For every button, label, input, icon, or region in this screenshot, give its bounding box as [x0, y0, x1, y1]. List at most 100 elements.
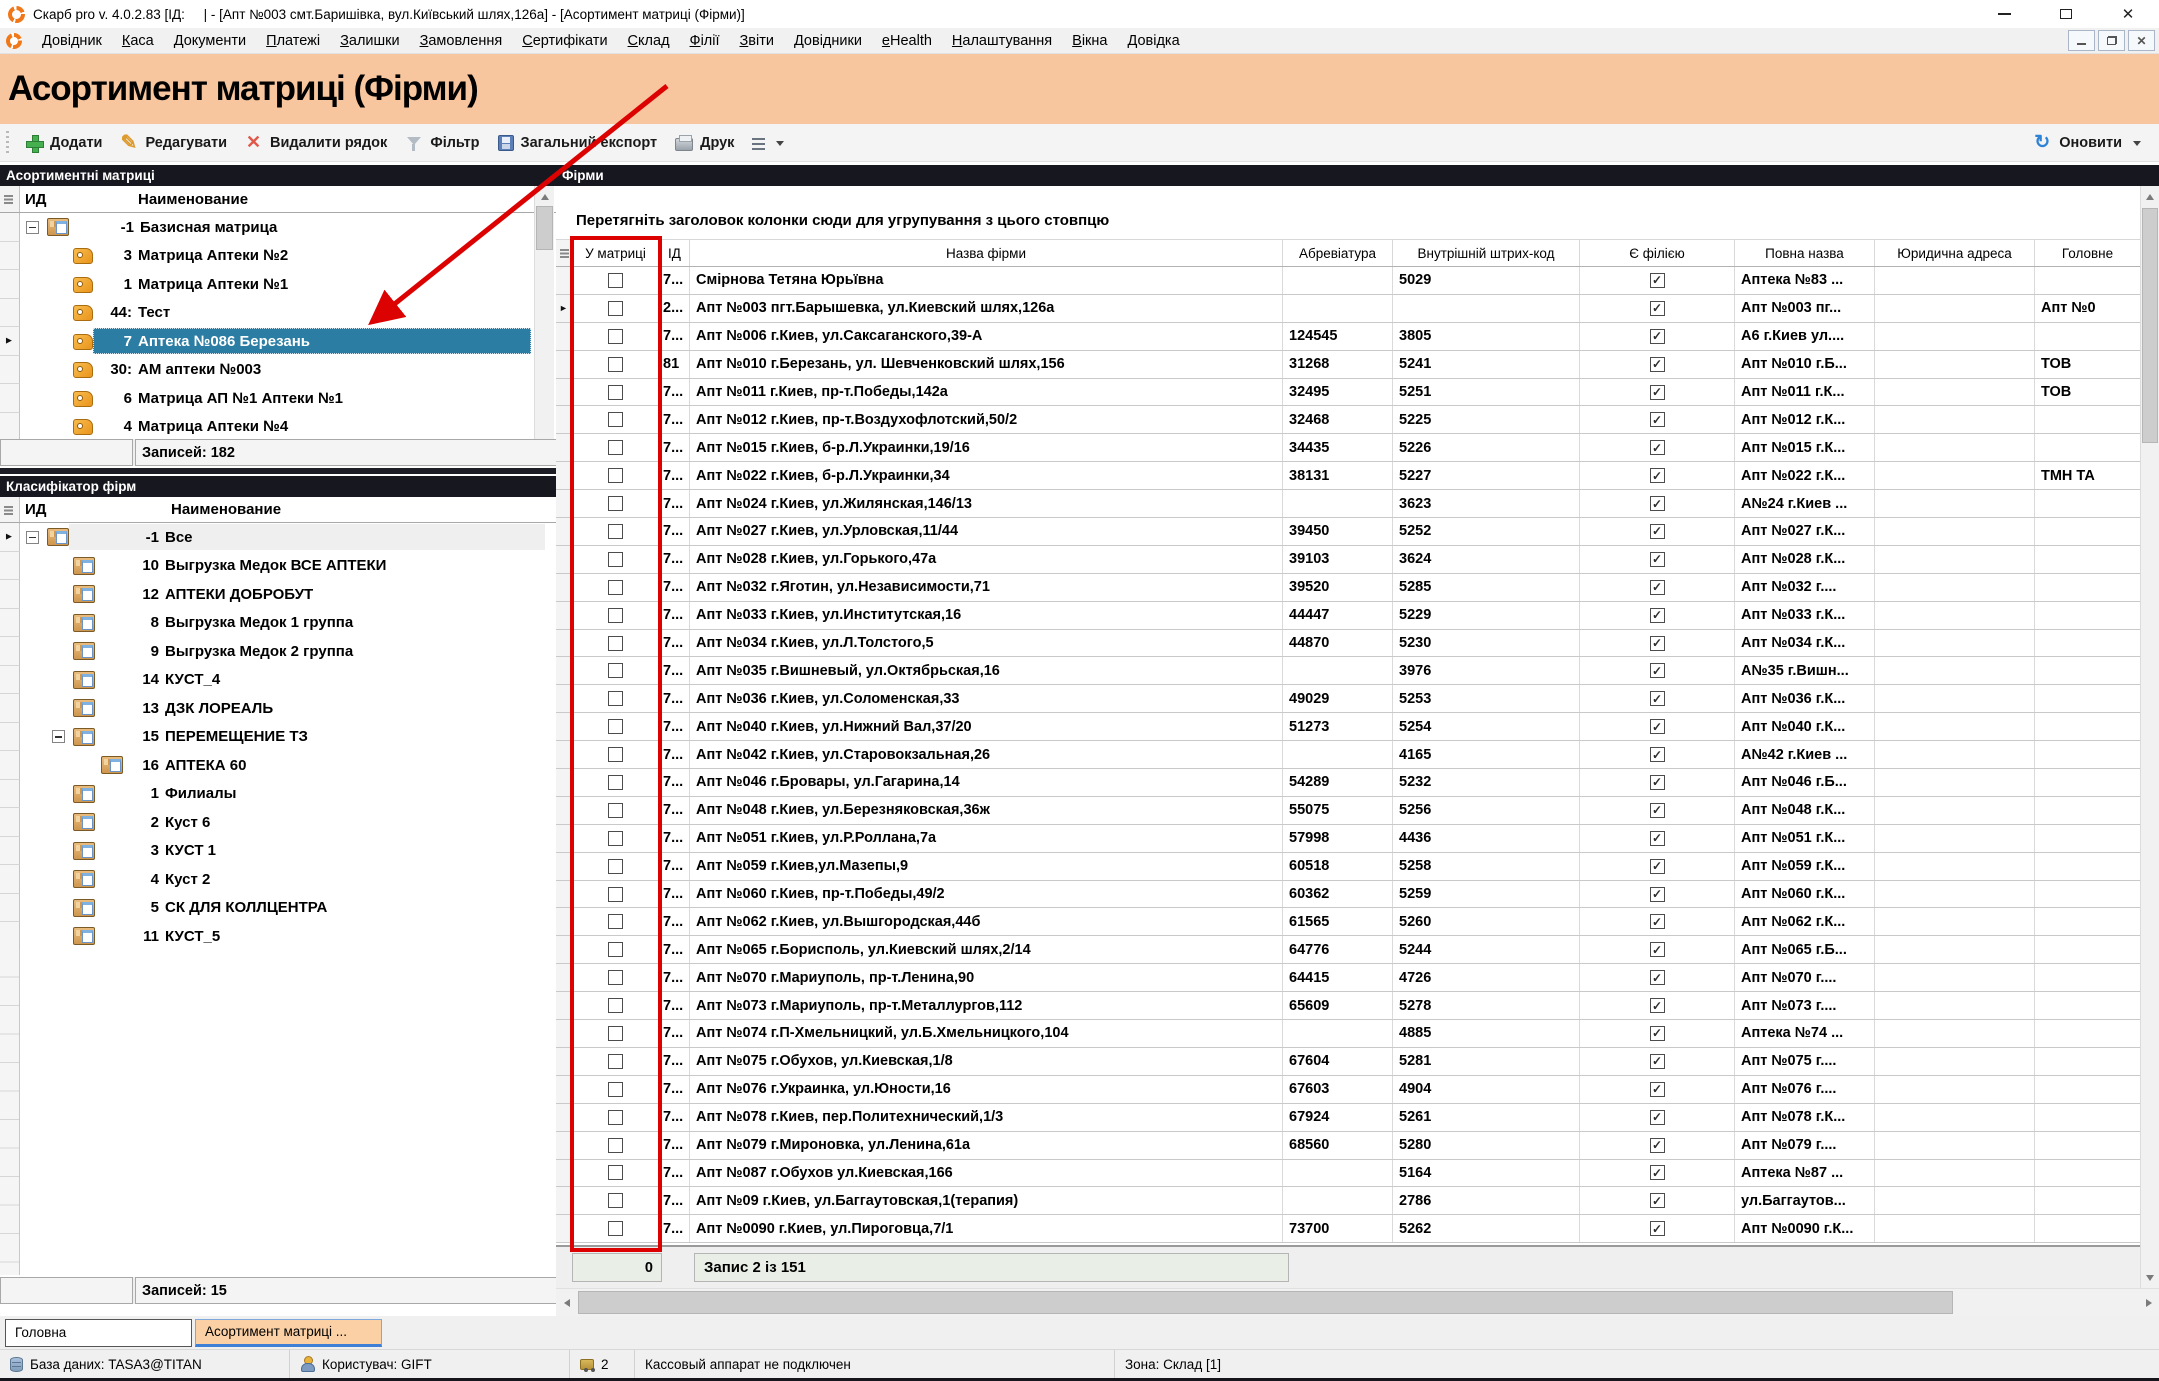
tree-row[interactable]: 8 Выгрузка Медок 1 группа: [0, 609, 548, 638]
in-matrix-checkbox[interactable]: [608, 1193, 623, 1208]
tree-node[interactable]: 11 КУСТ_5: [95, 923, 545, 949]
tree-node[interactable]: 1 Матрица Аптеки №1: [93, 271, 531, 297]
menu-item[interactable]: Залишки: [330, 33, 409, 49]
firm-row[interactable]: 7... Апт №040 г.Киев, ул.Нижний Вал,37/2…: [556, 713, 2140, 741]
firm-row[interactable]: 7... Апт №033 г.Киев, ул.Институтская,16…: [556, 602, 2140, 630]
scroll-down-button[interactable]: [2141, 1271, 2159, 1288]
in-matrix-checkbox[interactable]: [608, 496, 623, 511]
firm-row[interactable]: 7... Апт №048 г.Киев, ул.Березняковская,…: [556, 797, 2140, 825]
tree-node[interactable]: 30: АМ аптеки №003: [93, 357, 531, 383]
view-options-button[interactable]: [743, 132, 774, 153]
toolbar-button[interactable]: Загальний експорт: [489, 131, 667, 154]
firm-row[interactable]: 7... Апт №060 г.Киев, пр-т.Победы,49/2 6…: [556, 881, 2140, 909]
column-header-id[interactable]: ИД: [20, 186, 133, 212]
column-header-full-name[interactable]: Повна назва: [1735, 240, 1875, 266]
tree-row[interactable]: 14 КУСТ_4: [0, 666, 548, 695]
in-matrix-cell[interactable]: [572, 379, 660, 406]
firm-row[interactable]: 7... Апт №036 г.Киев, ул.Соломенская,33 …: [556, 685, 2140, 713]
tree-row[interactable]: 1 Филиалы: [0, 780, 548, 809]
in-matrix-cell[interactable]: [572, 462, 660, 489]
in-matrix-checkbox[interactable]: [608, 859, 623, 874]
column-header-firm-name[interactable]: Назва фірми: [690, 240, 1283, 266]
firm-row[interactable]: 7... Апт №035 г.Вишневый, ул.Октябрьская…: [556, 657, 2140, 685]
is-branch-checkbox[interactable]: [1650, 329, 1665, 344]
tree-row[interactable]: 13 ДЗК ЛОРЕАЛЬ: [0, 694, 548, 723]
firm-row[interactable]: 7... Смірнова Тетяна Юрьївна 5029 Аптека…: [556, 267, 2140, 295]
tree-row[interactable]: 44: Тест: [0, 299, 534, 328]
tree-node[interactable]: -1 Все: [69, 524, 545, 550]
in-matrix-checkbox[interactable]: [608, 1054, 623, 1069]
tree-row[interactable]: 11 КУСТ_5: [0, 922, 548, 950]
is-branch-checkbox[interactable]: [1650, 1193, 1665, 1208]
tree-row[interactable]: -1 Базисная матрица: [0, 213, 534, 242]
in-matrix-cell[interactable]: [572, 769, 660, 796]
menu-item[interactable]: eHealth: [872, 33, 942, 49]
is-branch-checkbox[interactable]: [1650, 468, 1665, 483]
in-matrix-cell[interactable]: [572, 992, 660, 1019]
in-matrix-checkbox[interactable]: [608, 1221, 623, 1236]
firm-row[interactable]: 7... Апт №074 г.П-Хмельницкий, ул.Б.Хмел…: [556, 1020, 2140, 1048]
menu-item[interactable]: Склад: [618, 33, 680, 49]
column-header-name[interactable]: Наименование: [133, 186, 557, 212]
in-matrix-cell[interactable]: [572, 518, 660, 545]
in-matrix-checkbox[interactable]: [608, 301, 623, 316]
tree-row[interactable]: 15 ПЕРЕМЕЩЕНИЕ ТЗ: [0, 723, 548, 752]
firm-row[interactable]: 7... Апт №0090 г.Киев, ул.Пироговца,7/1 …: [556, 1215, 2140, 1243]
in-matrix-cell[interactable]: [572, 295, 660, 322]
in-matrix-cell[interactable]: [572, 908, 660, 935]
menu-item[interactable]: Звіти: [730, 33, 784, 49]
toolbar-button[interactable]: Редагувати: [111, 131, 236, 155]
menu-item[interactable]: Налаштування: [942, 33, 1062, 49]
in-matrix-cell[interactable]: [572, 434, 660, 461]
in-matrix-cell[interactable]: [572, 1076, 660, 1103]
menu-item[interactable]: Замовлення: [410, 33, 513, 49]
mdi-close-button[interactable]: [2128, 30, 2155, 51]
in-matrix-cell[interactable]: [572, 490, 660, 517]
in-matrix-checkbox[interactable]: [608, 329, 623, 344]
tree-row[interactable]: -1 Все: [0, 523, 548, 552]
tree-node[interactable]: 10 Выгрузка Медок ВСЕ АПТЕКИ: [95, 553, 545, 579]
is-branch-checkbox[interactable]: [1650, 385, 1665, 400]
mdi-restore-button[interactable]: [2098, 30, 2125, 51]
tree-node[interactable]: 16 АПТЕКА 60: [123, 752, 545, 778]
scroll-right-button[interactable]: [2142, 1289, 2159, 1316]
column-header-main[interactable]: Головне: [2035, 240, 2140, 266]
is-branch-checkbox[interactable]: [1650, 1221, 1665, 1236]
firm-row[interactable]: 7... Апт №070 г.Мариуполь, пр-т.Ленина,9…: [556, 964, 2140, 992]
tree-row[interactable]: 4 Матрица Аптеки №4: [0, 413, 534, 440]
is-branch-checkbox[interactable]: [1650, 663, 1665, 678]
tree-node[interactable]: 44: Тест: [93, 300, 531, 326]
tree-node[interactable]: 1 Филиалы: [95, 781, 545, 807]
tree-row[interactable]: 3 КУСТ 1: [0, 837, 548, 866]
in-matrix-checkbox[interactable]: [608, 385, 623, 400]
is-branch-checkbox[interactable]: [1650, 914, 1665, 929]
firm-row[interactable]: 7... Апт №032 г.Яготин, ул.Независимости…: [556, 574, 2140, 602]
in-matrix-checkbox[interactable]: [608, 998, 623, 1013]
in-matrix-cell[interactable]: [572, 546, 660, 573]
in-matrix-checkbox[interactable]: [608, 608, 623, 623]
is-branch-checkbox[interactable]: [1650, 942, 1665, 957]
scroll-left-button[interactable]: [556, 1289, 573, 1316]
is-branch-checkbox[interactable]: [1650, 440, 1665, 455]
in-matrix-checkbox[interactable]: [608, 440, 623, 455]
tree-node[interactable]: 3 Матрица Аптеки №2: [93, 243, 531, 269]
in-matrix-checkbox[interactable]: [608, 468, 623, 483]
in-matrix-checkbox[interactable]: [608, 412, 623, 427]
tree-row[interactable]: 4 Куст 2: [0, 865, 548, 894]
in-matrix-cell[interactable]: [572, 936, 660, 963]
in-matrix-cell[interactable]: [572, 1187, 660, 1214]
in-matrix-checkbox[interactable]: [608, 942, 623, 957]
in-matrix-cell[interactable]: [572, 602, 660, 629]
tree-row[interactable]: 3 Матрица Аптеки №2: [0, 242, 534, 271]
is-branch-checkbox[interactable]: [1650, 357, 1665, 372]
in-matrix-checkbox[interactable]: [608, 803, 623, 818]
in-matrix-cell[interactable]: [572, 1104, 660, 1131]
in-matrix-cell[interactable]: [572, 630, 660, 657]
in-matrix-checkbox[interactable]: [608, 580, 623, 595]
firm-row[interactable]: 7... Апт №027 г.Киев, ул.Урловская,11/44…: [556, 518, 2140, 546]
window-tab[interactable]: Асортимент матриці ...: [195, 1319, 382, 1347]
column-header-is-branch[interactable]: Є філією: [1580, 240, 1735, 266]
firm-row[interactable]: 7... Апт №046 г.Бровары, ул.Гагарина,14 …: [556, 769, 2140, 797]
toolbar-button[interactable]: Фільтр: [396, 131, 488, 155]
firm-row[interactable]: 81 Апт №010 г.Березань, ул. Шевченковски…: [556, 351, 2140, 379]
